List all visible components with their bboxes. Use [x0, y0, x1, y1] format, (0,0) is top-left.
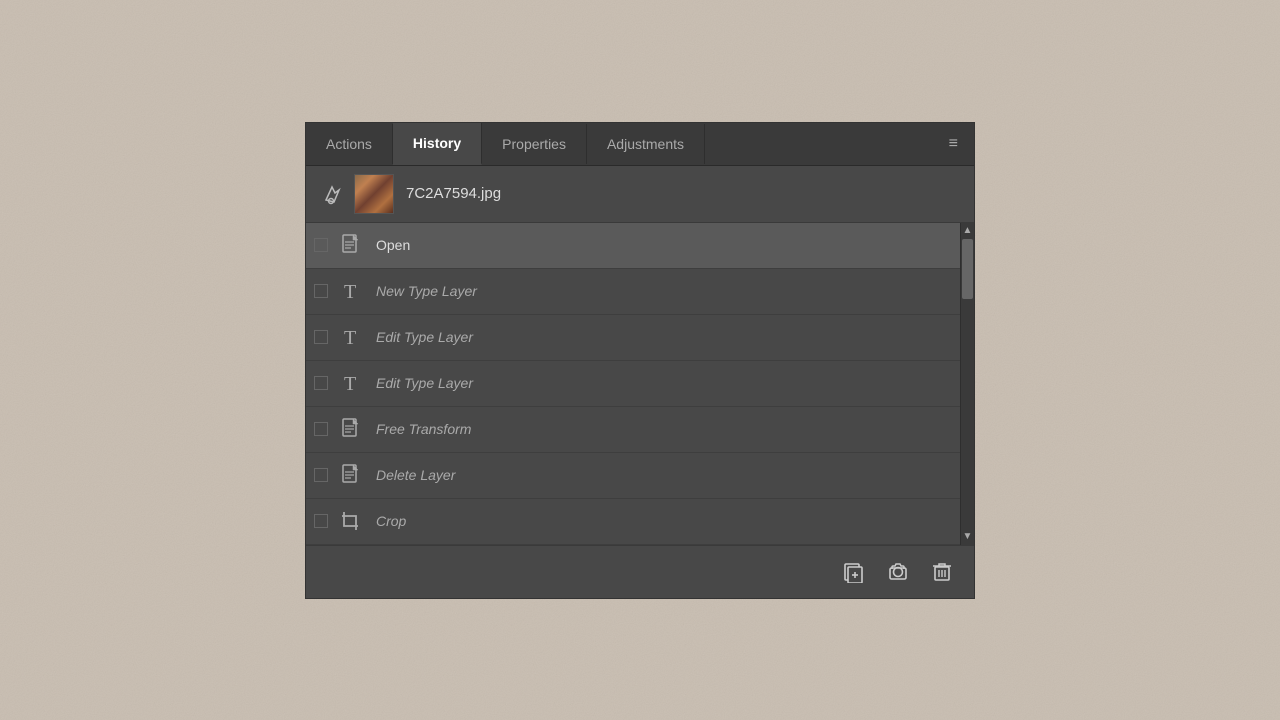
item-label: Edit Type Layer: [376, 329, 473, 345]
history-item[interactable]: Crop: [306, 499, 960, 545]
item-label: Free Transform: [376, 421, 471, 437]
delete-button[interactable]: [926, 556, 958, 588]
scrollbar[interactable]: ▲ ▼: [960, 223, 974, 545]
file-thumbnail: [354, 174, 394, 214]
crop-icon: [338, 508, 364, 534]
panel-menu-icon[interactable]: ≡: [933, 123, 974, 165]
item-checkbox[interactable]: [314, 284, 328, 298]
new-snapshot-button[interactable]: [838, 556, 870, 588]
scroll-up-arrow[interactable]: ▲: [961, 223, 974, 239]
item-checkbox[interactable]: [314, 422, 328, 436]
scroll-thumb[interactable]: [962, 239, 973, 299]
file-name: 7C2A7594.jpg: [406, 185, 501, 202]
item-label: New Type Layer: [376, 283, 477, 299]
item-checkbox[interactable]: [314, 238, 328, 252]
tab-properties[interactable]: Properties: [482, 124, 587, 164]
history-item[interactable]: Delete Layer: [306, 453, 960, 499]
svg-text:T: T: [344, 373, 356, 394]
tab-history[interactable]: History: [393, 123, 482, 165]
document-icon: [338, 232, 364, 258]
item-checkbox[interactable]: [314, 514, 328, 528]
text-icon: T: [338, 370, 364, 396]
item-checkbox[interactable]: [314, 376, 328, 390]
item-checkbox[interactable]: [314, 330, 328, 344]
footer-toolbar: [306, 545, 974, 598]
tab-adjustments[interactable]: Adjustments: [587, 124, 705, 164]
tab-actions[interactable]: Actions: [306, 124, 393, 164]
history-item[interactable]: T New Type Layer: [306, 269, 960, 315]
scroll-track[interactable]: [961, 239, 974, 529]
item-label: Open: [376, 237, 410, 253]
history-item[interactable]: T Edit Type Layer: [306, 315, 960, 361]
svg-text:T: T: [344, 281, 356, 302]
history-panel: Actions History Properties Adjustments ≡…: [305, 122, 975, 599]
history-content: Open T New Type Layer T: [306, 223, 974, 545]
text-icon: T: [338, 324, 364, 350]
tab-bar: Actions History Properties Adjustments ≡: [306, 123, 974, 166]
scroll-down-arrow[interactable]: ▼: [961, 529, 974, 545]
history-item[interactable]: T Edit Type Layer: [306, 361, 960, 407]
history-item[interactable]: Free Transform: [306, 407, 960, 453]
item-checkbox[interactable]: [314, 468, 328, 482]
create-snapshot-button[interactable]: [882, 556, 914, 588]
svg-text:T: T: [344, 327, 356, 348]
text-icon: T: [338, 278, 364, 304]
history-item[interactable]: Open: [306, 223, 960, 269]
history-list: Open T New Type Layer T: [306, 223, 960, 545]
item-label: Delete Layer: [376, 467, 455, 483]
document-icon: [338, 416, 364, 442]
item-label: Crop: [376, 513, 406, 529]
item-label: Edit Type Layer: [376, 375, 473, 391]
file-header: 7C2A7594.jpg: [306, 166, 974, 223]
document-icon: [338, 462, 364, 488]
history-brush-icon: [318, 180, 346, 208]
